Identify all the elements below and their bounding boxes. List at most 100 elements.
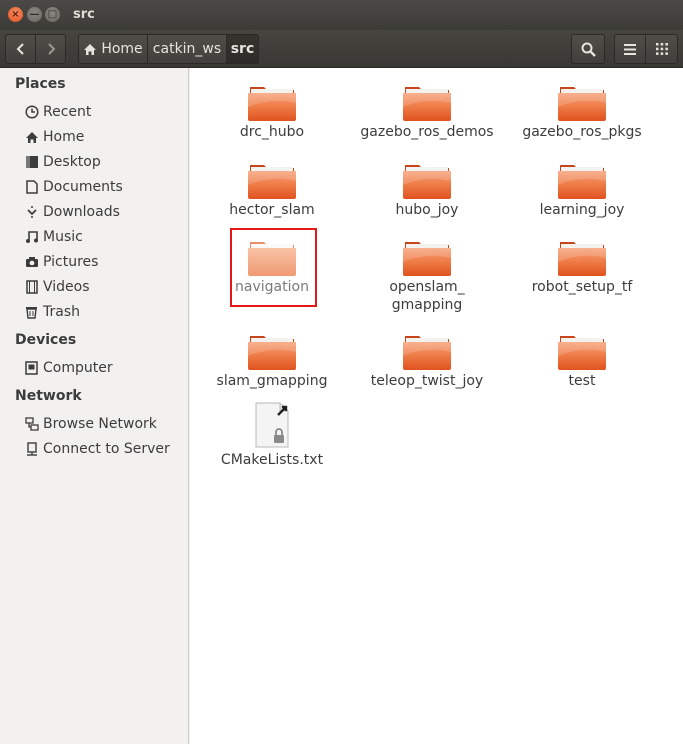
sidebar-item-trash[interactable]: Trash bbox=[24, 301, 80, 323]
folder-item[interactable]: openslam_ gmapping bbox=[357, 238, 497, 314]
folder-icon bbox=[248, 83, 296, 121]
sidebar-item-label: Desktop bbox=[43, 154, 101, 170]
sidebar-item-label: Downloads bbox=[43, 204, 120, 220]
breadcrumb-catkin-ws[interactable]: catkin_ws bbox=[147, 34, 227, 64]
sidebar-item-home[interactable]: Home bbox=[24, 126, 84, 148]
folder-label: gazebo_ros_demos bbox=[360, 124, 494, 140]
folder-icon bbox=[403, 83, 451, 121]
folder-item[interactable]: learning_joy bbox=[512, 161, 652, 219]
forward-button[interactable] bbox=[35, 34, 66, 64]
computer-icon bbox=[24, 361, 39, 376]
list-view-button[interactable] bbox=[614, 34, 646, 64]
sidebar: Places Recent Home Desktop Documents Dow… bbox=[0, 68, 189, 744]
places-heading: Places bbox=[15, 76, 66, 92]
list-icon bbox=[624, 43, 636, 55]
folder-item[interactable]: robot_setup_tf bbox=[512, 238, 652, 296]
file-item[interactable]: CMakeLists.txt bbox=[202, 401, 342, 469]
download-icon bbox=[24, 205, 39, 220]
breadcrumb-home[interactable]: Home bbox=[78, 34, 148, 64]
folder-icon bbox=[248, 332, 296, 370]
grid-icon bbox=[655, 43, 668, 55]
sidebar-item-desktop[interactable]: Desktop bbox=[24, 151, 101, 173]
folder-item[interactable]: hector_slam bbox=[202, 161, 342, 219]
highlight-box bbox=[230, 228, 317, 307]
sidebar-item-label: Home bbox=[43, 129, 85, 145]
title-bar: × — □ src bbox=[0, 0, 683, 30]
trash-icon bbox=[24, 305, 39, 320]
folder-label: hector_slam bbox=[229, 202, 315, 218]
sidebar-item-music[interactable]: Music bbox=[24, 226, 83, 248]
folder-icon bbox=[403, 332, 451, 370]
home-icon bbox=[84, 43, 97, 55]
file-label: CMakeLists.txt bbox=[220, 452, 324, 468]
folder-item[interactable]: teleop_twist_joy bbox=[357, 332, 497, 390]
back-button[interactable] bbox=[5, 34, 36, 64]
sidebar-item-label: Browse Network bbox=[43, 416, 157, 432]
film-icon bbox=[24, 280, 39, 295]
chevron-right-icon bbox=[47, 43, 55, 55]
folder-label: hubo_joy bbox=[395, 202, 459, 218]
folder-label: slam_gmapping bbox=[216, 373, 328, 389]
sidebar-item-recent[interactable]: Recent bbox=[24, 101, 91, 123]
folder-icon bbox=[558, 238, 606, 276]
folder-label-line1: openslam_ bbox=[389, 279, 465, 295]
folder-item[interactable]: gazebo_ros_pkgs bbox=[512, 83, 652, 141]
folder-icon bbox=[403, 161, 451, 199]
music-icon bbox=[24, 230, 39, 245]
search-icon bbox=[581, 42, 596, 57]
sidebar-item-label: Documents bbox=[43, 179, 123, 195]
folder-label-line2: gmapping bbox=[391, 297, 463, 313]
sidebar-item-connect-server[interactable]: Connect to Server bbox=[24, 438, 170, 460]
sidebar-item-videos[interactable]: Videos bbox=[24, 276, 90, 298]
window-close-button[interactable]: × bbox=[8, 7, 23, 22]
home-icon bbox=[24, 130, 39, 145]
sidebar-item-computer[interactable]: Computer bbox=[24, 357, 113, 379]
chevron-left-icon bbox=[16, 43, 24, 55]
devices-heading: Devices bbox=[15, 332, 77, 348]
folder-label: openslam_ gmapping bbox=[357, 278, 497, 314]
sidebar-item-label: Computer bbox=[43, 360, 113, 376]
folder-item[interactable]: drc_hubo bbox=[202, 83, 342, 141]
folder-label: robot_setup_tf bbox=[531, 279, 633, 295]
folder-label: test bbox=[568, 373, 596, 389]
breadcrumb-home-label: Home bbox=[101, 41, 143, 57]
desktop-icon bbox=[24, 155, 39, 170]
breadcrumb-current[interactable]: src bbox=[226, 34, 259, 64]
folder-item[interactable]: test bbox=[512, 332, 652, 390]
server-icon bbox=[24, 442, 39, 457]
sidebar-item-label: Videos bbox=[43, 279, 90, 295]
sidebar-item-label: Pictures bbox=[43, 254, 99, 270]
folder-label: teleop_twist_joy bbox=[370, 373, 484, 389]
sidebar-item-pictures[interactable]: Pictures bbox=[24, 251, 98, 273]
folder-item[interactable]: gazebo_ros_demos bbox=[357, 83, 497, 141]
folder-icon bbox=[558, 161, 606, 199]
folder-label: drc_hubo bbox=[239, 124, 305, 140]
grid-view-button[interactable] bbox=[645, 34, 678, 64]
sidebar-item-label: Connect to Server bbox=[43, 441, 170, 457]
text-file-icon bbox=[255, 402, 289, 448]
window-minimize-button[interactable]: — bbox=[27, 7, 42, 22]
sidebar-item-browse-network[interactable]: Browse Network bbox=[24, 413, 157, 435]
window-maximize-button[interactable]: □ bbox=[45, 7, 60, 22]
folder-item[interactable]: hubo_joy bbox=[357, 161, 497, 219]
network-icon bbox=[24, 417, 39, 432]
folder-item[interactable]: slam_gmapping bbox=[202, 332, 342, 390]
sidebar-item-downloads[interactable]: Downloads bbox=[24, 201, 120, 223]
folder-icon bbox=[558, 83, 606, 121]
file-view: drc_hubo gazebo_ros_demos gazebo_ros_pkg… bbox=[190, 68, 683, 744]
folder-icon bbox=[558, 332, 606, 370]
folder-icon bbox=[248, 161, 296, 199]
folder-label: gazebo_ros_pkgs bbox=[522, 124, 642, 140]
search-button[interactable] bbox=[571, 34, 605, 64]
folder-label: learning_joy bbox=[539, 202, 625, 218]
network-heading: Network bbox=[15, 388, 82, 404]
sidebar-item-label: Music bbox=[43, 229, 83, 245]
clock-icon bbox=[24, 105, 39, 120]
camera-icon bbox=[24, 255, 39, 270]
sidebar-item-label: Recent bbox=[43, 104, 92, 120]
header-bar: Home catkin_ws src bbox=[0, 30, 683, 68]
sidebar-item-documents[interactable]: Documents bbox=[24, 176, 123, 198]
document-icon bbox=[24, 180, 39, 195]
folder-icon bbox=[403, 238, 451, 276]
window-title: src bbox=[73, 7, 95, 22]
